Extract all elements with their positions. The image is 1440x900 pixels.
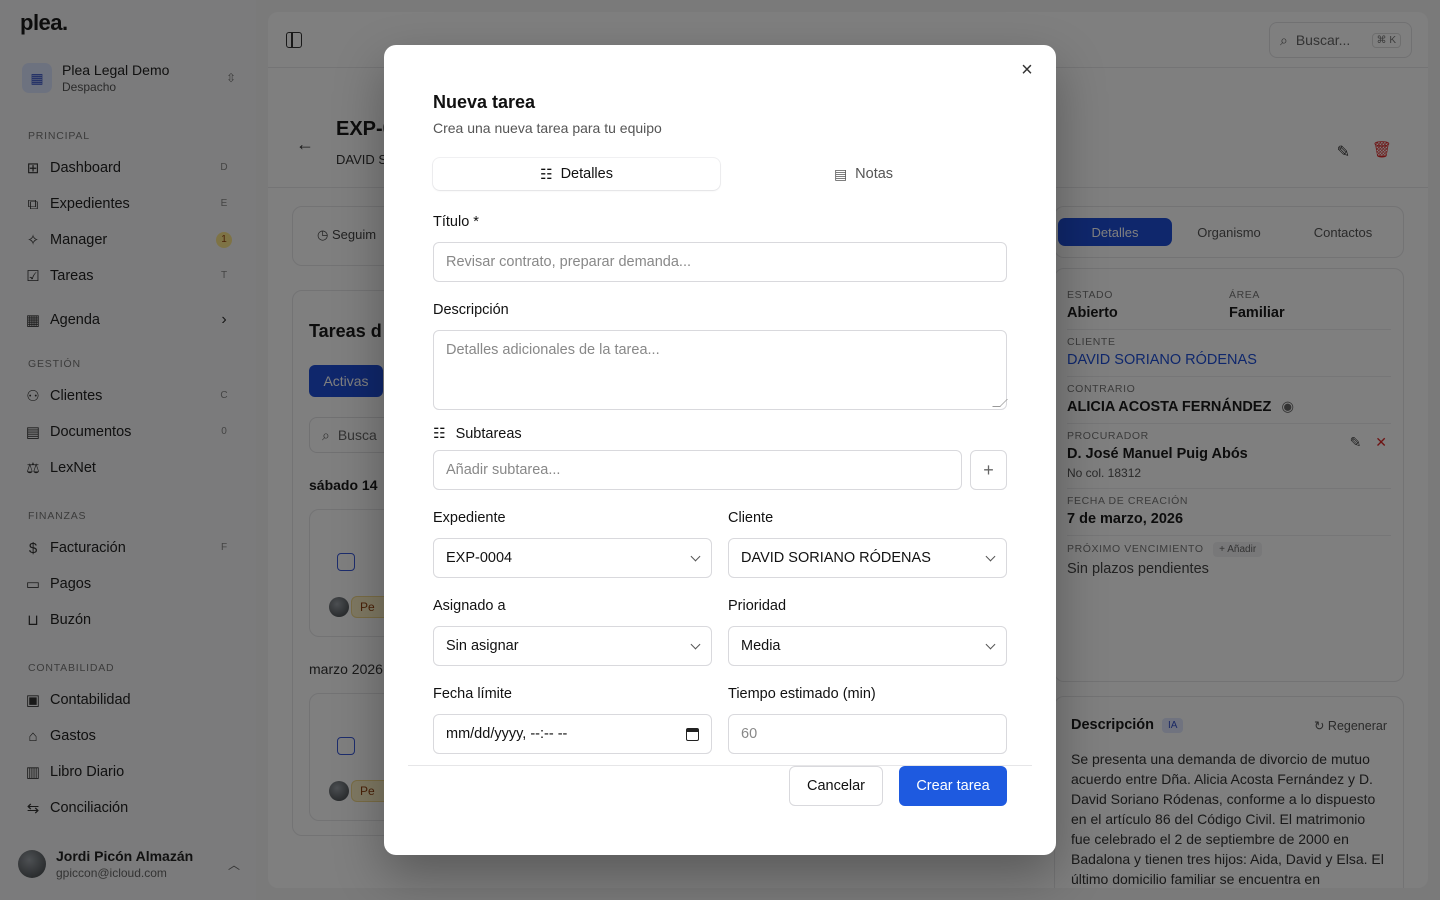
chevron-down-icon: [985, 551, 996, 561]
assignee-label: Asignado a: [433, 598, 506, 614]
chevron-down-icon: [985, 639, 996, 649]
dialog-subtitle: Crea una nueva tarea para tu equipo: [433, 120, 662, 136]
list-check-icon: ☷: [540, 165, 553, 182]
new-task-dialog: × Nueva tarea Crea una nueva tarea para …: [384, 45, 1056, 855]
due-date-input[interactable]: mm/dd/yyyy, --:-- --: [433, 714, 712, 754]
estimated-time-input[interactable]: 60: [728, 714, 1007, 754]
title-input[interactable]: Revisar contrato, preparar demanda...: [433, 242, 1007, 282]
close-icon[interactable]: ×: [1016, 59, 1038, 81]
subtask-placeholder: Añadir subtarea...: [446, 462, 561, 478]
document-icon: ▤: [833, 165, 848, 182]
resize-handle-icon[interactable]: [992, 399, 1008, 407]
title-placeholder: Revisar contrato, preparar demanda...: [446, 254, 692, 270]
dialog-tabs: ☷ Detalles ▤ Notas: [433, 158, 1007, 190]
due-date-label: Fecha límite: [433, 686, 512, 702]
tab-detalles[interactable]: ☷ Detalles: [433, 158, 720, 190]
estimated-time-placeholder: 60: [741, 726, 758, 742]
subtask-input[interactable]: Añadir subtarea...: [433, 450, 962, 490]
client-select[interactable]: DAVID SORIANO RÓDENAS: [728, 538, 1007, 578]
tab-notas[interactable]: ▤ Notas: [720, 158, 1007, 190]
cancel-button[interactable]: Cancelar: [789, 766, 883, 806]
calendar-icon[interactable]: [686, 727, 699, 741]
dialog-title: Nueva tarea: [433, 92, 536, 112]
chevron-down-icon: [690, 639, 701, 649]
assignee-value: Sin asignar: [446, 638, 519, 654]
client-label: Cliente: [728, 510, 774, 526]
expediente-select[interactable]: EXP-0004: [433, 538, 712, 578]
add-subtask-button[interactable]: +: [970, 450, 1007, 490]
tab-label: Detalles: [560, 166, 613, 182]
create-task-button[interactable]: Crear tarea: [899, 766, 1007, 806]
plus-icon: +: [983, 459, 994, 480]
assignee-select[interactable]: Sin asignar: [433, 626, 712, 666]
expediente-value: EXP-0004: [446, 550, 513, 566]
list-check-icon: ☷: [433, 425, 446, 441]
description-placeholder: Detalles adicionales de la tarea...: [446, 342, 660, 358]
subtasks-header: ☷ Subtareas: [433, 425, 522, 442]
due-date-value: mm/dd/yyyy, --:-- --: [446, 726, 568, 742]
description-label: Descripción: [433, 302, 509, 318]
client-value: DAVID SORIANO RÓDENAS: [741, 550, 931, 566]
priority-label: Prioridad: [728, 598, 787, 614]
chevron-down-icon: [690, 551, 701, 561]
subtasks-label: Subtareas: [455, 425, 522, 442]
priority-value: Media: [741, 638, 781, 654]
estimated-time-label: Tiempo estimado (min): [728, 686, 876, 702]
description-textarea[interactable]: Detalles adicionales de la tarea...: [433, 330, 1008, 410]
priority-select[interactable]: Media: [728, 626, 1007, 666]
expediente-label: Expediente: [433, 510, 506, 526]
title-label: Título *: [433, 214, 479, 230]
tab-label: Notas: [855, 166, 894, 182]
